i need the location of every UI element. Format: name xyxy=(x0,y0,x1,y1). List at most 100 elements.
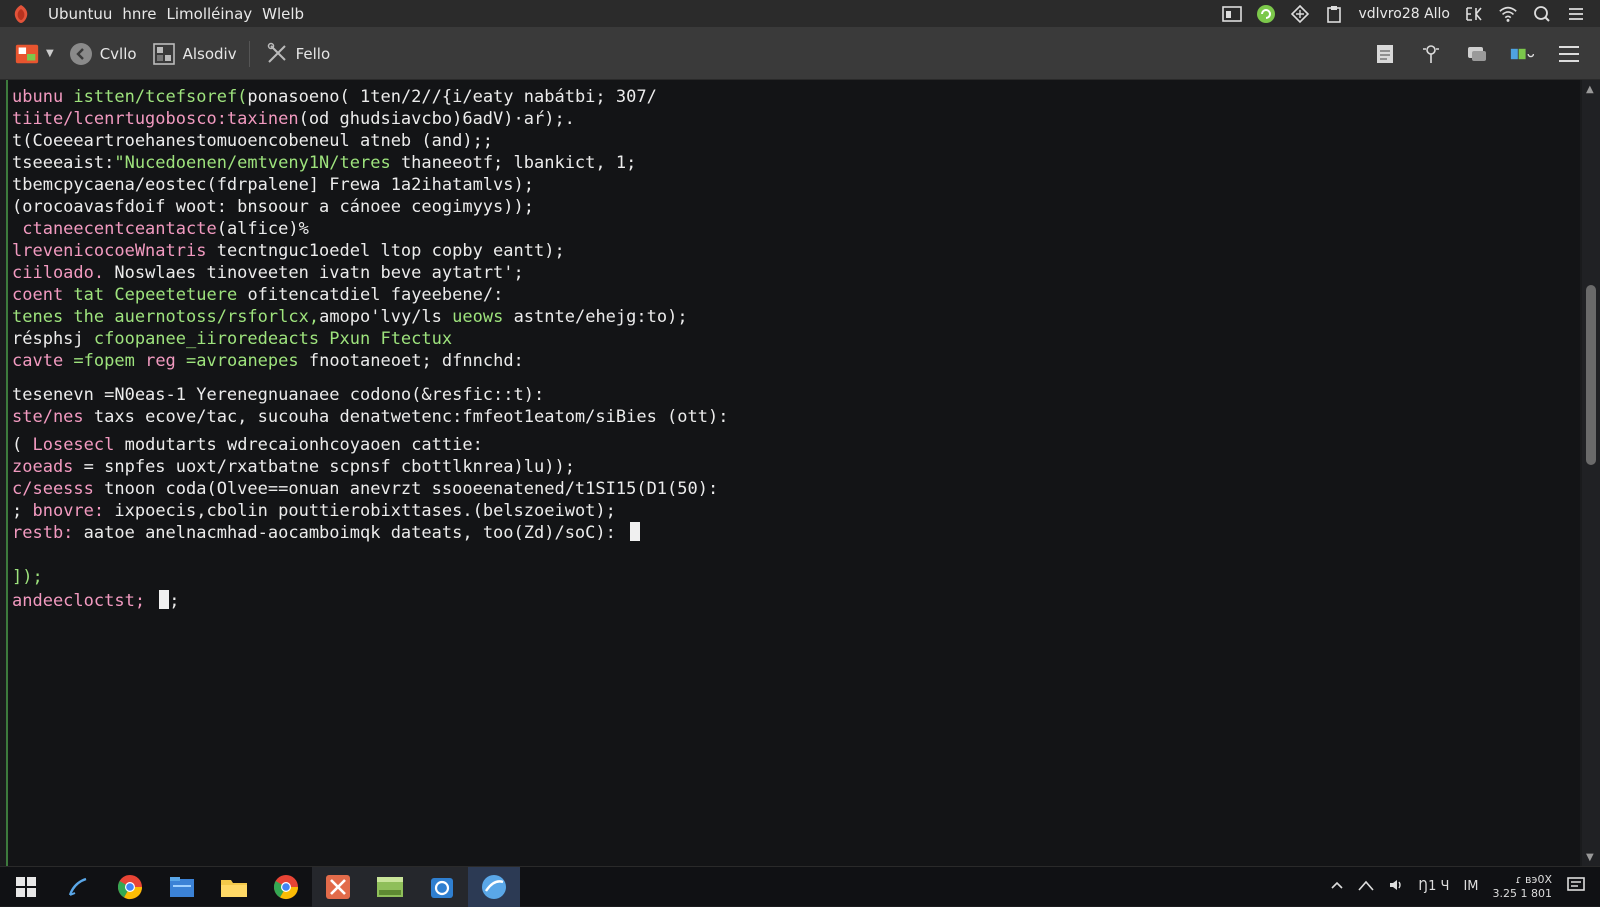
chevron-down-icon: ▼ xyxy=(46,48,54,59)
terminal-line: zoeads = snpfes uoxt/rxatbatne scpnsf cb… xyxy=(12,456,575,478)
toolbar-button-1[interactable]: Cvllo xyxy=(68,41,137,67)
apps-icon[interactable] xyxy=(1510,42,1536,66)
app-menu-button[interactable]: ▼ xyxy=(14,41,54,67)
tool-app-icon xyxy=(326,874,350,899)
terminal-text-segment: ( xyxy=(12,435,33,455)
back-circle-icon xyxy=(68,41,94,67)
toolbar-button-3[interactable]: Fello xyxy=(264,41,330,67)
chat-icon[interactable] xyxy=(1464,42,1490,66)
terminal-text-segment: ueows xyxy=(452,307,514,327)
terminal-text-segment: cavte xyxy=(12,351,74,371)
terminal-text-segment: tnoon coda(Olvee==onuan anevrzt ssooeena… xyxy=(104,479,719,499)
clipboard-icon[interactable] xyxy=(1324,5,1344,23)
text-cursor xyxy=(630,522,641,541)
taskbar-chrome[interactable] xyxy=(104,867,156,907)
toolbar-button-2-label: Alsodiv xyxy=(182,44,237,63)
menu-item-1[interactable]: Ubuntuu xyxy=(48,5,112,23)
app-toolbar: ▼ Cvllo Alsodiv Fello xyxy=(0,28,1600,80)
terminal-text-segment: (orocoavasfdoif woot: bnsoour a cánoee c… xyxy=(12,197,534,217)
chrome-icon xyxy=(117,874,142,899)
terminal-output[interactable]: ubunu istten/tcefsoref(ponasoeno( 1ten/2… xyxy=(6,80,1580,866)
terminal-text-segment: the xyxy=(73,307,115,327)
menu-item-4[interactable]: Wlelb xyxy=(262,5,304,23)
presentation-icon[interactable] xyxy=(1222,5,1243,23)
terminal-line: ciiloado. Noswlaes tinoveeten ivatn beve… xyxy=(12,262,524,284)
terminal-text-segment: ubunu xyxy=(12,87,74,107)
terminal-line: tenes the auernotoss/rsforlcx,amopo'lvy/… xyxy=(12,306,688,328)
menu-item-2[interactable]: hnre xyxy=(122,5,156,23)
terminal-text-segment: =avroanepes xyxy=(186,351,309,371)
pin-icon[interactable] xyxy=(1418,42,1444,66)
ubuntu-logo-icon[interactable] xyxy=(10,3,32,25)
hamburger-menu-icon[interactable] xyxy=(1566,5,1586,23)
taskbar-files[interactable] xyxy=(156,867,208,907)
terminal-line: lrevenicocoeWnatris tecntnguc1oedel ltop… xyxy=(12,240,565,262)
terminal-text-segment: "Nucedoenen/emtveny1N/teres xyxy=(114,153,401,173)
terminal-text-segment: aatoe anelnacmhad-aocamboimqk dateats, t… xyxy=(83,523,627,543)
file-manager-icon xyxy=(170,876,194,897)
volume-icon[interactable] xyxy=(1388,878,1404,896)
browser-icon xyxy=(482,874,506,899)
system-clock[interactable]: ɾ вэ0Х 3.25 1 801 xyxy=(1493,873,1552,901)
terminal-text-segment: résphsj xyxy=(12,329,94,349)
search-icon[interactable] xyxy=(1532,5,1552,23)
update-status-icon[interactable] xyxy=(1256,4,1276,23)
terminal-window-icon xyxy=(377,876,403,897)
scroll-thumb[interactable] xyxy=(1586,285,1596,465)
document-icon[interactable] xyxy=(1372,42,1398,66)
list-view-icon[interactable] xyxy=(1556,42,1582,66)
terminal-text-segment: tenes xyxy=(12,307,74,327)
signal-icon[interactable] xyxy=(1358,879,1375,895)
scroll-down-icon[interactable]: ▼ xyxy=(1586,852,1596,863)
taskbar-chrome-2[interactable] xyxy=(260,867,312,907)
toolbar-button-1-label: Cvllo xyxy=(99,44,137,63)
terminal-line: ubunu istten/tcefsoref(ponasoeno( 1ten/2… xyxy=(12,86,657,108)
tools-icon xyxy=(264,41,290,67)
terminal-text-segment: coent xyxy=(12,285,74,305)
terminal-text-segment: ; xyxy=(169,591,180,611)
taskbar-store[interactable] xyxy=(416,866,468,907)
terminal-text-segment: tesenevn =N0eas-1 Yerenegnuanaee codono(… xyxy=(12,385,545,405)
terminal-line: tiite/lcenrtugobosco:taxinen(od ghudsiav… xyxy=(12,108,575,130)
terminal-text-segment: ; xyxy=(12,501,33,521)
notifications-icon[interactable] xyxy=(1566,876,1586,898)
tray-text-b[interactable]: IM xyxy=(1463,879,1478,894)
chevron-up-icon[interactable] xyxy=(1330,879,1344,894)
terminal-text-segment: ponasoeno( 1ten/2//{i/eaty nabátbi; 307/ xyxy=(247,87,657,107)
terminal-text-segment: t(Coeeeartroehanestomuoencobeneul atneb … xyxy=(12,131,494,151)
scroll-up-icon[interactable]: ▲ xyxy=(1586,84,1596,95)
taskbar-browser-active[interactable] xyxy=(468,866,520,907)
terminal-text-segment: Losesecl xyxy=(32,435,125,455)
terminal-text-segment: c/seesss xyxy=(12,479,105,499)
wifi-icon[interactable] xyxy=(1498,5,1518,23)
terminal-text-segment: tecntnguc1oedel ltop copby eantt); xyxy=(216,241,565,261)
terminal-text-segment: bnovre: xyxy=(32,501,115,521)
toolbar-button-2[interactable]: Alsodiv xyxy=(151,41,237,67)
terminal-line: ste/nes taxs ecove/tac, sucouha denatwet… xyxy=(12,406,728,428)
terminal-line: tbemcpycaena/eostec(fdrpalene] Frewa 1a2… xyxy=(12,174,534,196)
terminal-text-segment: restb: xyxy=(12,523,84,543)
status-text: vdlvro28 Allo xyxy=(1358,5,1450,22)
terminal-line: ; bnovre: ixpoecis,cbolin pouttierobixtt… xyxy=(12,500,616,522)
terminal-text-segment: tiite/lcenrtugobosco:taxinen xyxy=(12,109,299,129)
taskbar-edge[interactable] xyxy=(52,867,104,907)
terminal-text-segment: Cepeetetuere xyxy=(114,285,248,305)
tray-text-a[interactable]: Ŋ1 Ч xyxy=(1418,879,1449,894)
network-diamond-icon[interactable] xyxy=(1290,4,1310,23)
terminal-scrollbar[interactable]: ▲ ▼ xyxy=(1582,80,1600,866)
text-cursor xyxy=(159,590,170,609)
terminal-text-segment: tseeeaist: xyxy=(12,153,115,173)
terminal-text-segment: (alfice)% xyxy=(216,219,309,239)
taskbar-tool-app[interactable] xyxy=(312,866,364,907)
taskbar-folder[interactable] xyxy=(208,867,260,907)
terminal-text-segment: tbemcpycaena/eostec(fdrpalene] Frewa 1a2… xyxy=(12,175,534,195)
terminal-line: tseeeaist:"Nucedoenen/emtveny1N/teres th… xyxy=(12,152,636,174)
terminal-line: ( Losesecl modutarts wdrecaionhcoyaoen c… xyxy=(12,434,483,456)
menu-item-3[interactable]: Limolléinay xyxy=(167,5,253,23)
taskbar-terminal[interactable] xyxy=(364,866,416,907)
terminal-text-segment: (od ghudsiavcbo)6adV)·aŕ);. xyxy=(298,109,575,129)
keyboard-layout-icon[interactable] xyxy=(1464,5,1484,23)
top-system-bar: Ubuntuu hnre Limolléinay Wlelb vdlvro28 … xyxy=(0,0,1600,28)
start-button[interactable] xyxy=(0,867,52,907)
clock-date: 3.25 1 801 xyxy=(1492,886,1552,900)
